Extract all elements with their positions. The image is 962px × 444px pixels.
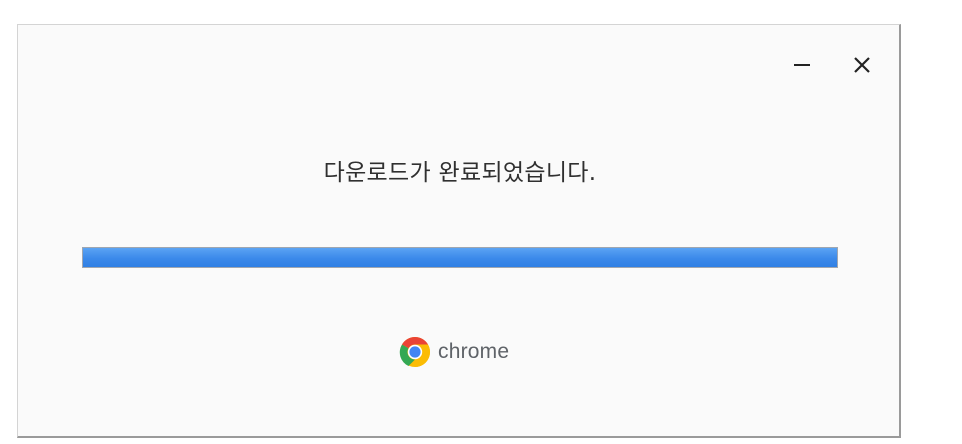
installer-window: 다운로드가 완료되었습니다. chrome [17, 24, 901, 438]
progress-fill [83, 248, 837, 267]
close-icon [854, 57, 870, 73]
download-progress-bar [82, 247, 838, 268]
minimize-button[interactable] [788, 51, 816, 79]
brand-name: chrome [438, 340, 510, 363]
status-message: 다운로드가 완료되었습니다. [323, 160, 597, 186]
brand: chrome [399, 336, 509, 368]
close-button[interactable] [848, 51, 876, 79]
chrome-logo-icon [399, 337, 430, 367]
minimize-icon [794, 64, 810, 66]
